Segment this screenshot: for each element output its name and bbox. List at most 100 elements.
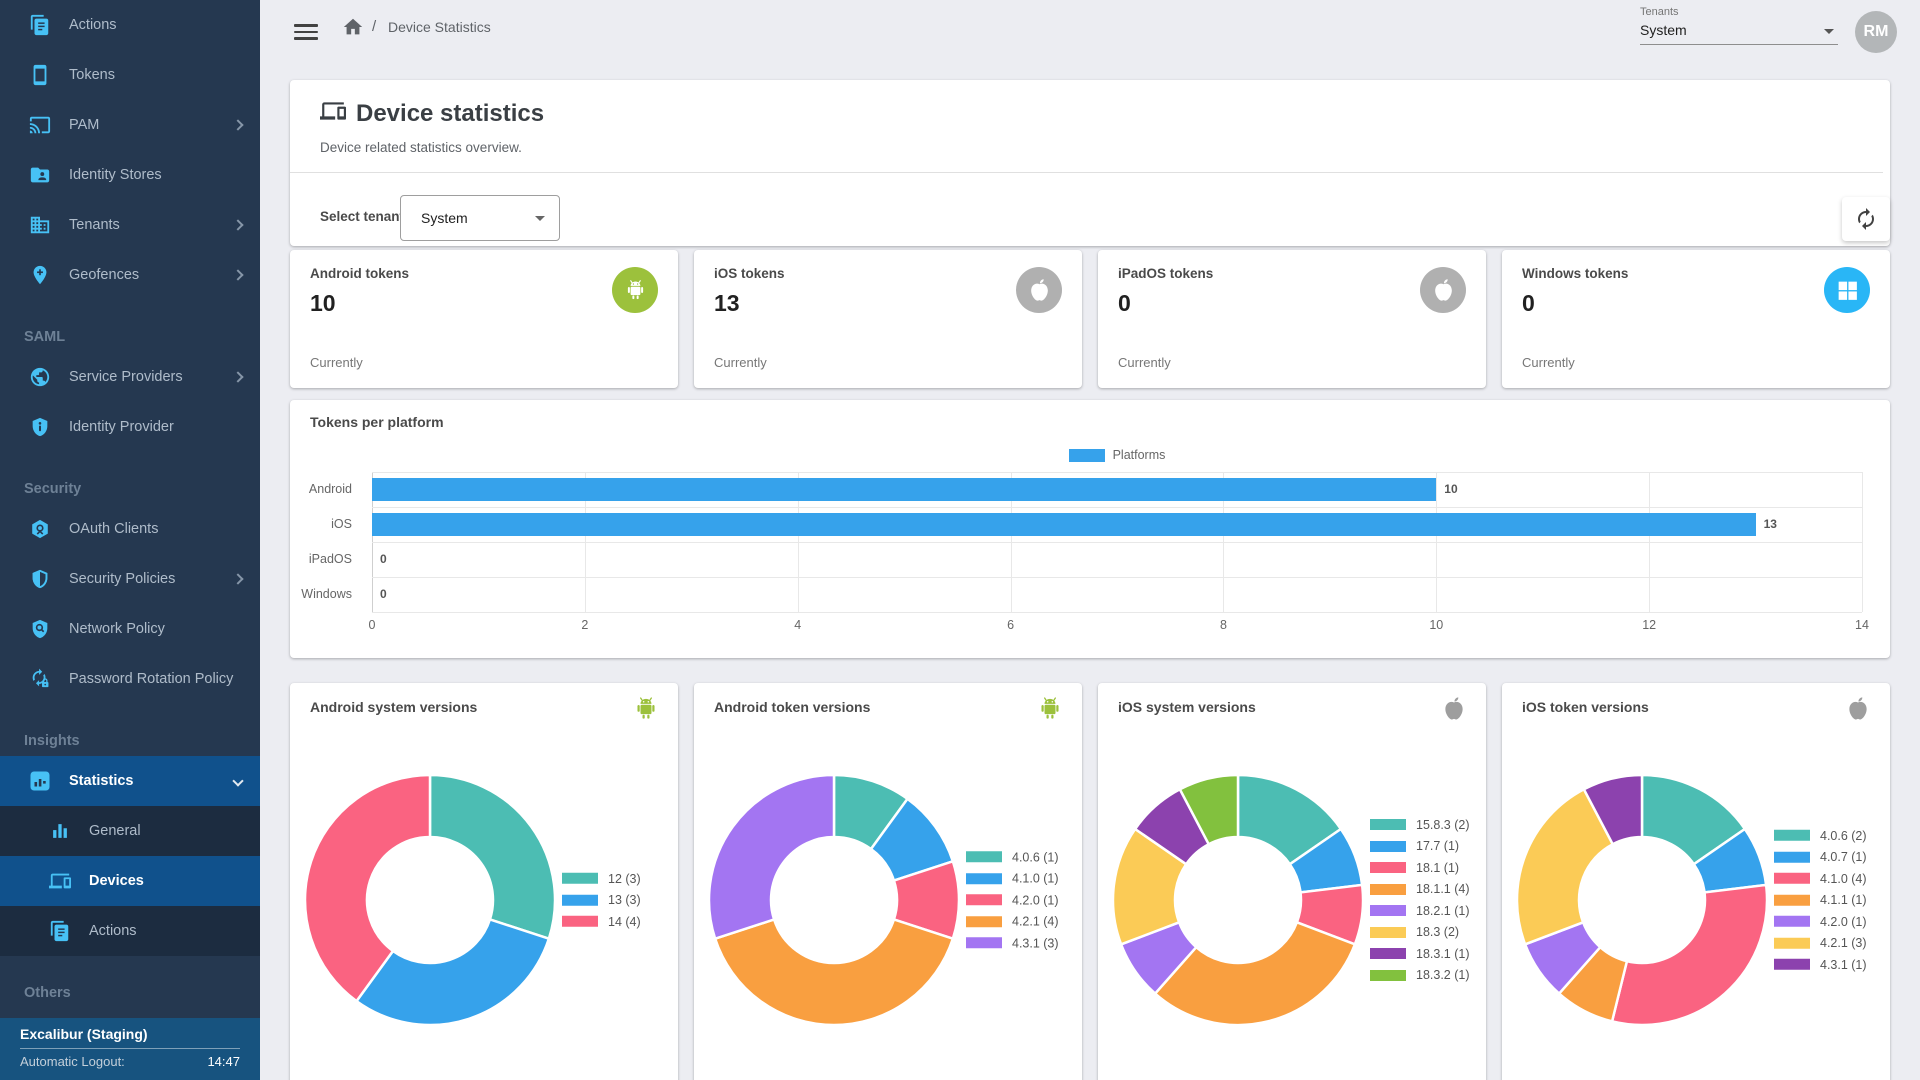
sidebar-item-label: Actions [89,923,137,939]
topbar-tenant-select[interactable]: Tenants System [1640,6,1838,45]
legend-swatch [562,873,598,884]
donut-slice[interactable] [357,919,549,1025]
stat-card-title: iOS tokens [714,266,785,281]
sidebar-item-label: Actions [69,17,117,33]
gridline [372,612,1862,613]
sidebar-item-password-rotation-policy[interactable]: Password Rotation Policy [0,654,260,704]
sidebar-item-pam[interactable]: PAM [0,100,260,150]
legend-swatch [966,916,1002,927]
y-axis-label: iPadOS [290,552,352,566]
shield-search-icon [28,617,52,641]
donut-slice[interactable] [1612,885,1767,1025]
legend-item[interactable]: 18.3 (2) [1370,922,1470,944]
legend-swatch [1370,948,1406,959]
home-icon[interactable] [342,16,364,43]
chevron-down-icon [1824,29,1834,34]
donut-card-title: iOS token versions [1522,699,1649,715]
app-name: Excalibur (Staging) [20,1026,240,1042]
windows-icon [1824,267,1870,313]
legend-item[interactable]: 18.3.2 (1) [1370,965,1470,987]
legend-item[interactable]: 12 (3) [562,868,641,890]
legend-item[interactable]: 4.1.1 (1) [1774,889,1867,911]
legend-item[interactable]: 13 (3) [562,889,641,911]
legend-swatch [966,873,1002,884]
stat-card-windows-tokens: Windows tokens0Currently [1502,250,1890,388]
sidebar-item-identity-stores[interactable]: Identity Stores [0,150,260,200]
donut-legend: 4.0.6 (2) 4.0.7 (1) 4.1.0 (4)4.1.1 (1) 4.2.… [1774,825,1867,976]
breadcrumb-separator: / [372,18,376,35]
chevron-right-icon [232,119,243,130]
cast-icon [28,113,52,137]
apple-icon [1844,695,1872,728]
menu-toggle-icon[interactable] [294,24,318,40]
legend-swatch [1774,852,1810,863]
folder-account-icon [28,163,52,187]
legend-item[interactable]: 4.2.0 (1) [1774,911,1867,933]
sidebar-item-label: OAuth Clients [69,521,158,537]
legend-swatch [966,895,1002,906]
gridline [1862,472,1863,612]
donut-slice[interactable] [709,775,834,939]
donut-slice[interactable] [715,919,953,1025]
legend-label: 4.2.1 (4) [1012,915,1059,929]
legend-label: 12 (3) [608,872,641,886]
legend-label: 4.2.1 (3) [1820,936,1867,950]
sidebar-item-geofences[interactable]: Geofences [0,250,260,300]
tenant-select[interactable]: System [400,195,560,241]
legend-label: 17.7 (1) [1416,839,1459,853]
bar-ios[interactable] [372,513,1756,536]
donut-slice[interactable] [430,775,555,939]
globe-icon [28,365,52,389]
legend-item[interactable]: 4.0.6 (2) [1774,825,1867,847]
legend-item[interactable]: 17.7 (1) [1370,836,1470,858]
donut-card-title: iOS system versions [1118,699,1256,715]
bar-android[interactable] [372,478,1436,501]
sidebar-item-network-policy[interactable]: Network Policy [0,604,260,654]
sidebar-item-oauth-clients[interactable]: OAuth Clients [0,504,260,554]
legend-item[interactable]: 4.0.6 (1) [966,846,1059,868]
legend-item[interactable]: 4.0.7 (1) [1774,846,1867,868]
legend-item[interactable]: 4.1.0 (1) [966,868,1059,890]
rotate-lock-icon [28,667,52,691]
chevron-down-icon [232,775,243,786]
refresh-button[interactable] [1842,197,1890,241]
donut-card-ios-token-versions: iOS token versions 4.0.6 (2) 4.0.7 (1) 4.1.… [1502,683,1890,1080]
legend-item[interactable]: 4.2.1 (3) [1774,932,1867,954]
legend-label: 4.0.7 (1) [1820,850,1867,864]
sidebar-item-identity-provider[interactable]: Identity Provider [0,402,260,452]
legend-item[interactable]: 18.3.1 (1) [1370,943,1470,965]
oauth-icon [28,517,52,541]
sidebar-item-security-policies[interactable]: Security Policies [0,554,260,604]
legend-label: 4.2.0 (1) [1012,893,1059,907]
stats-app-icon [28,769,52,793]
legend-item[interactable]: 4.1.0 (4) [1774,868,1867,890]
legend-item[interactable]: 15.8.3 (2) [1370,814,1470,836]
bar-chart-title: Tokens per platform [310,414,444,430]
sidebar-item-actions[interactable]: Actions [0,906,260,956]
sidebar-item-actions[interactable]: Actions [0,0,260,50]
sidebar-item-tenants[interactable]: Tenants [0,200,260,250]
legend-item[interactable]: 18.2.1 (1) [1370,900,1470,922]
legend-label: 4.3.1 (3) [1012,936,1059,950]
legend-swatch [1370,884,1406,895]
legend-item[interactable]: 4.2.0 (1) [966,889,1059,911]
sidebar-item-service-providers[interactable]: Service Providers [0,352,260,402]
legend-item[interactable]: 4.3.1 (1) [1774,954,1867,976]
legend-item[interactable]: 4.3.1 (3) [966,932,1059,954]
legend-swatch [1774,895,1810,906]
legend-item[interactable]: 18.1 (1) [1370,857,1470,879]
sidebar-item-general[interactable]: General [0,806,260,856]
legend-item[interactable]: 18.1.1 (4) [1370,879,1470,901]
bar-chart-plot: 101300 [372,472,1862,612]
chevron-right-icon [232,269,243,280]
legend-item[interactable]: 4.2.1 (4) [966,911,1059,933]
sidebar-item-tokens[interactable]: Tokens [0,50,260,100]
sidebar-item-statistics[interactable]: Statistics [0,756,260,806]
legend-item[interactable]: 14 (4) [562,911,641,933]
bar-chart-legend[interactable]: Platforms [372,448,1862,462]
sidebar-item-devices[interactable]: Devices [0,856,260,906]
legend-label: 4.2.0 (1) [1820,915,1867,929]
sidebar-item-label: PAM [69,117,99,133]
avatar[interactable]: RM [1855,11,1897,53]
topbar-tenant-value: System [1640,22,1838,38]
